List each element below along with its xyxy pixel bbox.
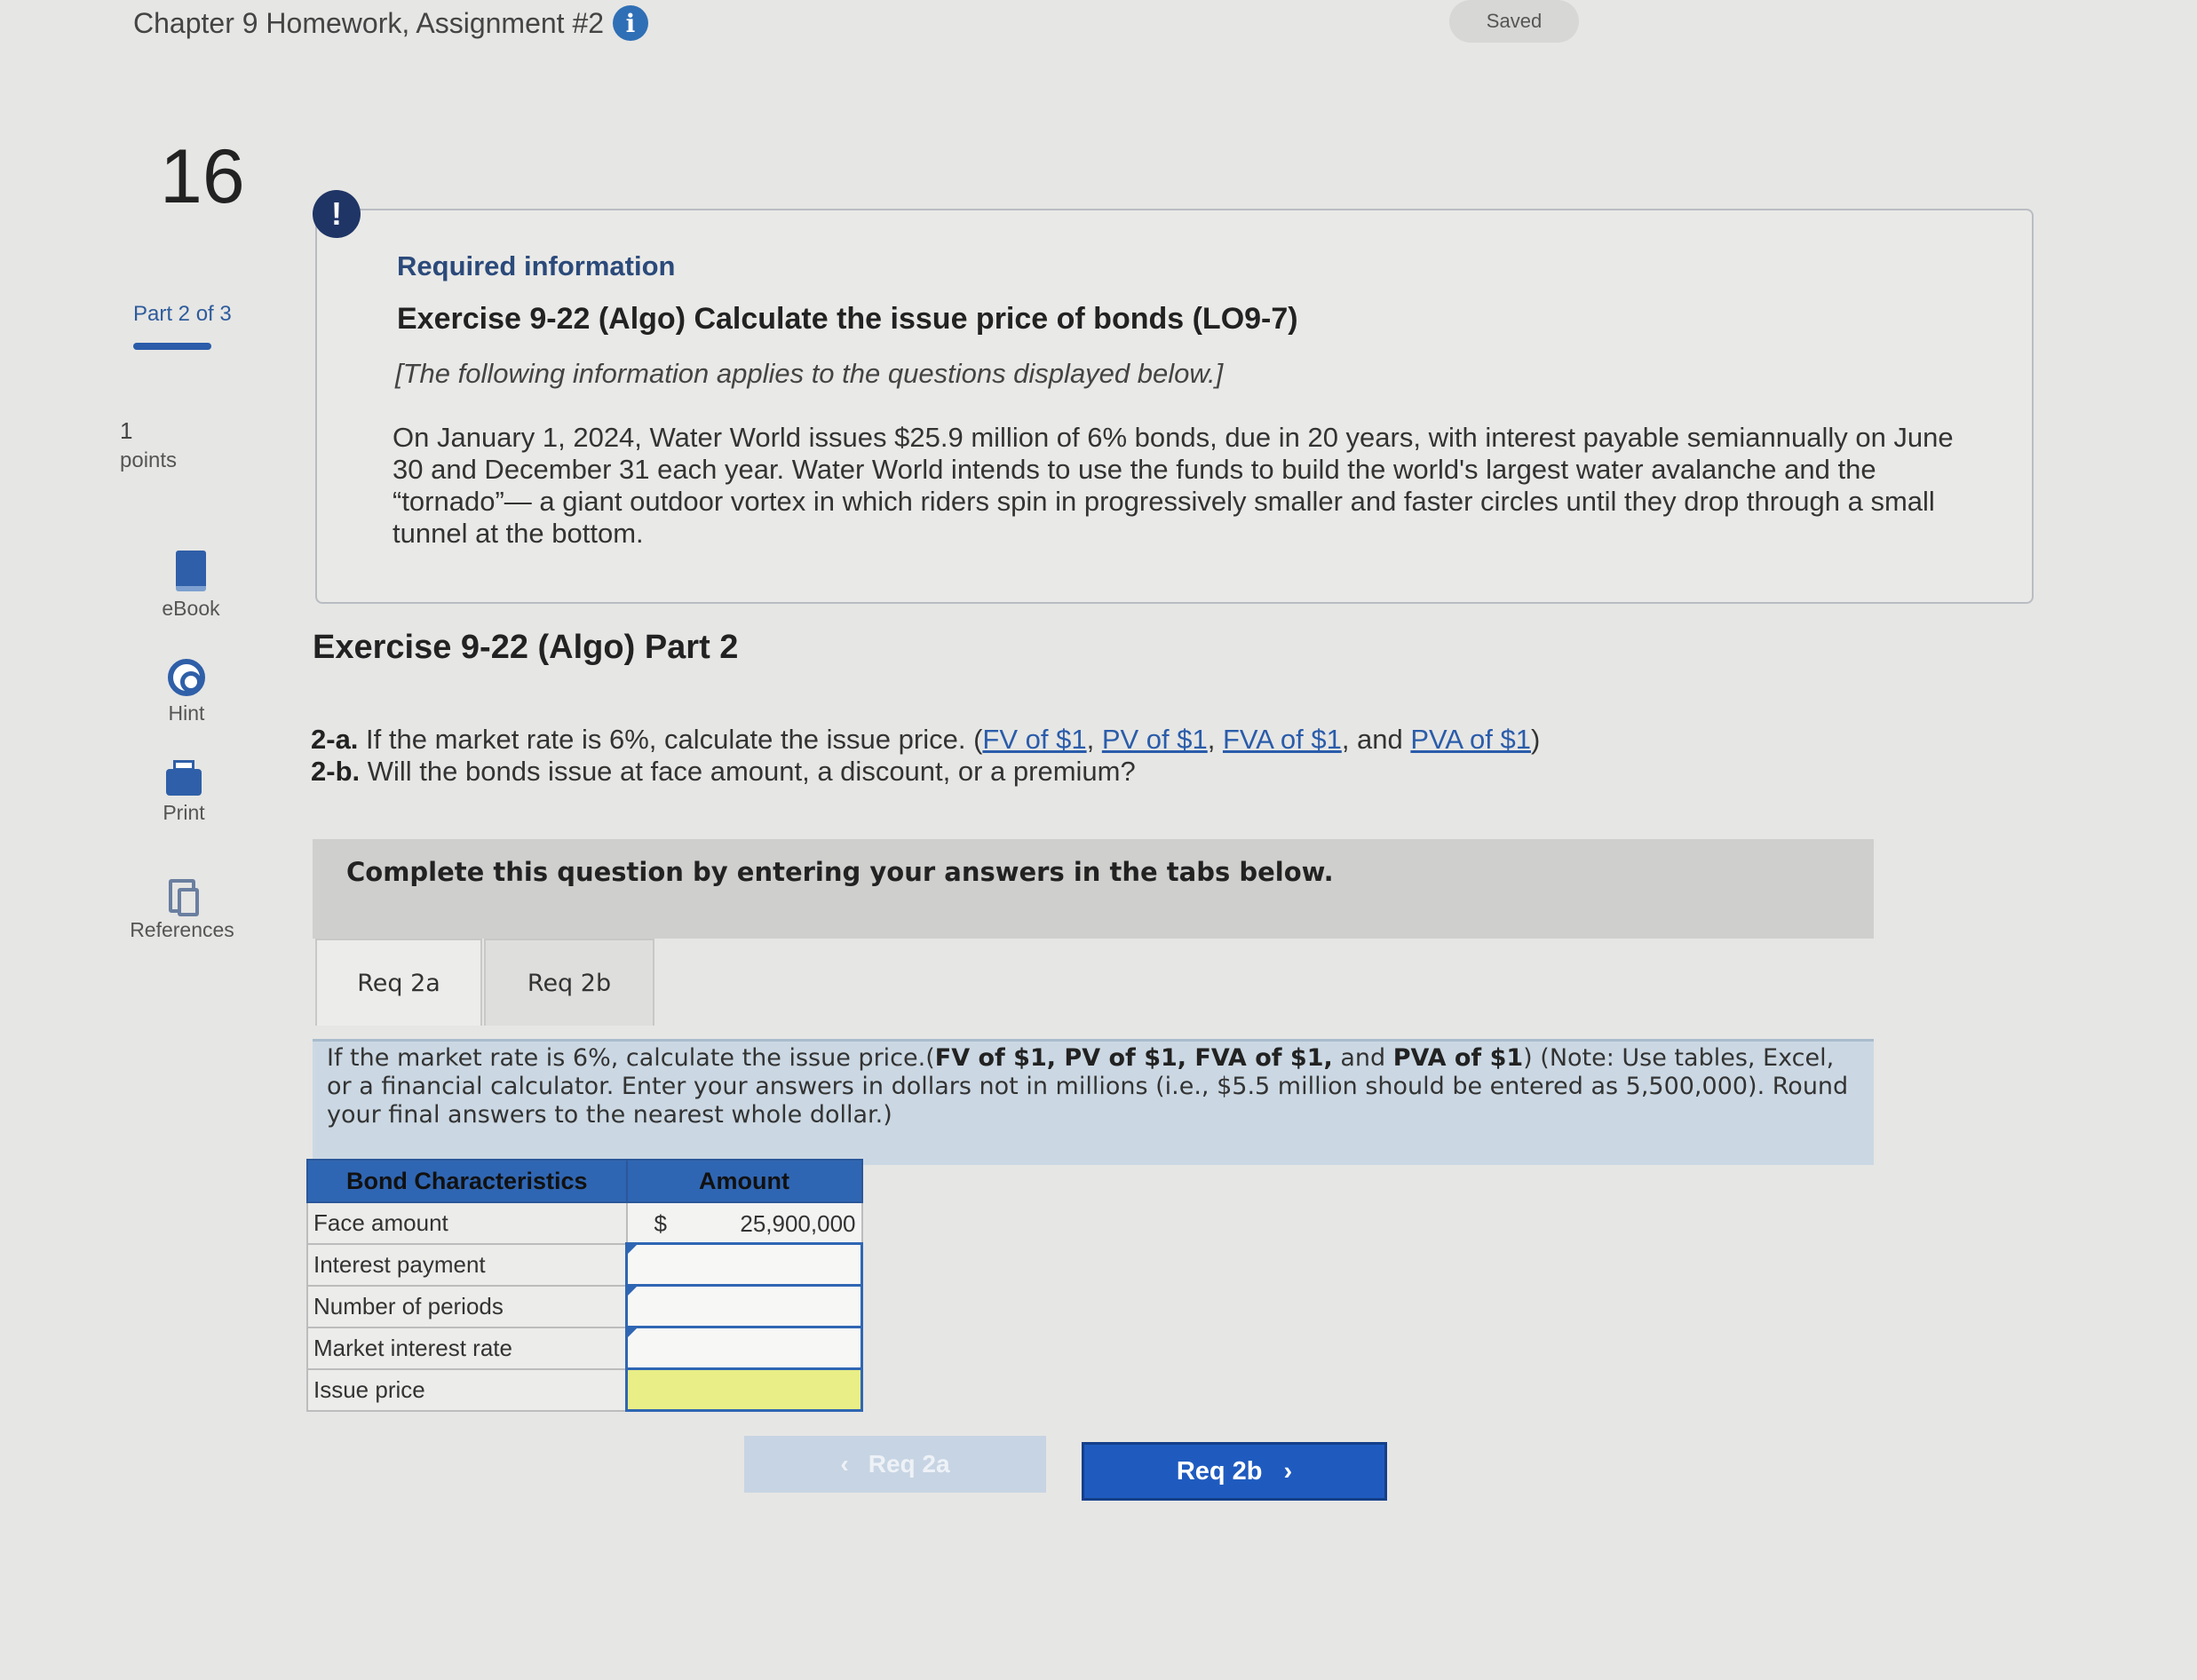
panel-refs: FV of $1, PV of $1, FVA of $1,	[934, 1044, 1333, 1072]
req-instruction-text: If the market rate is 6%, calculate the …	[327, 1044, 1863, 1129]
row-label: Number of periods	[306, 1284, 628, 1328]
sep: ,	[1086, 724, 1102, 755]
fv-table-link[interactable]: FV of $1	[982, 724, 1086, 755]
part-progress-bar	[133, 343, 211, 350]
question-2a-tag: 2-a.	[311, 724, 359, 755]
lifebuoy-icon	[168, 659, 205, 696]
row-label: Face amount	[306, 1201, 628, 1245]
saved-status-badge: Saved	[1449, 0, 1579, 43]
assignment-title: Chapter 9 Homework, Assignment #2	[133, 7, 605, 39]
print-label: Print	[163, 801, 205, 824]
question-2b-text: Will the bonds issue at face amount, a d…	[360, 756, 1136, 787]
hint-button[interactable]: Hint	[120, 659, 253, 725]
points-value: 1	[120, 417, 133, 444]
scenario-text: On January 1, 2024, Water World issues $…	[393, 422, 1954, 549]
copy-documents-icon	[169, 879, 199, 916]
panel-and: and	[1332, 1044, 1393, 1072]
part-title: Exercise 9-22 (Algo) Part 2	[313, 629, 739, 666]
info-icon[interactable]: i	[613, 5, 648, 41]
question-text: 2-a. If the market rate is 6%, calculate…	[311, 724, 1643, 788]
chevron-left-icon: ‹	[840, 1450, 849, 1478]
next-req-label: Req 2b	[1176, 1456, 1263, 1486]
question-number: 16	[160, 134, 245, 219]
exercise-note: [The following information applies to th…	[395, 358, 1224, 389]
hint-label: Hint	[168, 701, 205, 725]
sep: , and	[1341, 724, 1411, 755]
prev-req-label: Req 2a	[868, 1450, 950, 1478]
ebook-button[interactable]: eBook	[124, 551, 258, 621]
interest-payment-input[interactable]	[625, 1242, 863, 1287]
tab-req-2a[interactable]: Req 2a	[315, 939, 482, 1026]
row-label: Issue price	[306, 1367, 628, 1412]
printer-icon	[166, 760, 202, 796]
book-icon	[176, 551, 206, 591]
part-current: Part 2	[133, 302, 191, 326]
part-indicator: Part 2 of 3	[133, 302, 232, 327]
column-header-bond-characteristics: Bond Characteristics	[306, 1159, 628, 1203]
row-label: Market interest rate	[306, 1326, 628, 1370]
issue-price-output	[625, 1367, 863, 1412]
points-label: points	[120, 448, 178, 472]
chevron-right-icon: ›	[1283, 1456, 1293, 1486]
next-req-button[interactable]: Req 2b ›	[1082, 1442, 1387, 1501]
references-button[interactable]: References	[115, 879, 249, 942]
table-row: Interest payment	[306, 1242, 863, 1287]
close-paren: )	[1530, 724, 1541, 755]
ebook-label: eBook	[162, 597, 220, 620]
required-information-heading: Required information	[397, 250, 676, 281]
pva-table-link[interactable]: PVA of $1	[1410, 724, 1531, 755]
panel-close: )	[1523, 1044, 1533, 1072]
print-button[interactable]: Print	[117, 760, 250, 825]
table-row: Number of periods	[306, 1284, 863, 1328]
market-interest-rate-input[interactable]	[625, 1326, 863, 1370]
alert-icon: !	[313, 190, 361, 238]
question-2a: 2-a. If the market rate is 6%, calculate…	[311, 724, 1643, 756]
currency-symbol: $	[654, 1210, 667, 1237]
tab-req-2b[interactable]: Req 2b	[484, 939, 654, 1026]
cell-value: 25,900,000	[740, 1210, 856, 1237]
question-2a-text: If the market rate is 6%, calculate the …	[358, 724, 983, 755]
panel-lead: If the market rate is 6%, calculate the …	[327, 1044, 935, 1072]
pv-table-link[interactable]: PV of $1	[1102, 724, 1208, 755]
sep: ,	[1207, 724, 1223, 755]
table-row: Issue price	[306, 1367, 863, 1412]
number-of-periods-input[interactable]	[625, 1284, 863, 1328]
question-2b: 2-b. Will the bonds issue at face amount…	[311, 756, 1643, 788]
row-label: Interest payment	[306, 1242, 628, 1287]
part-total: of 3	[190, 302, 232, 326]
panel-pva: PVA of $1	[1392, 1044, 1524, 1072]
references-label: References	[130, 918, 234, 941]
column-header-amount: Amount	[625, 1159, 863, 1203]
table-row: Market interest rate	[306, 1326, 863, 1370]
instruction-text: Complete this question by entering your …	[346, 857, 1334, 887]
bond-characteristics-table: Bond Characteristics Amount Face amount …	[306, 1159, 863, 1412]
fva-table-link[interactable]: FVA of $1	[1223, 724, 1342, 755]
instruction-bar	[313, 839, 1874, 939]
exercise-title: Exercise 9-22 (Algo) Calculate the issue…	[397, 302, 1298, 336]
question-2b-tag: 2-b.	[311, 756, 361, 787]
face-amount-value: $25,900,000	[625, 1201, 863, 1245]
table-header-row: Bond Characteristics Amount	[306, 1159, 863, 1203]
table-row: Face amount $25,900,000	[306, 1201, 863, 1245]
prev-req-button[interactable]: ‹ Req 2a	[744, 1436, 1046, 1493]
